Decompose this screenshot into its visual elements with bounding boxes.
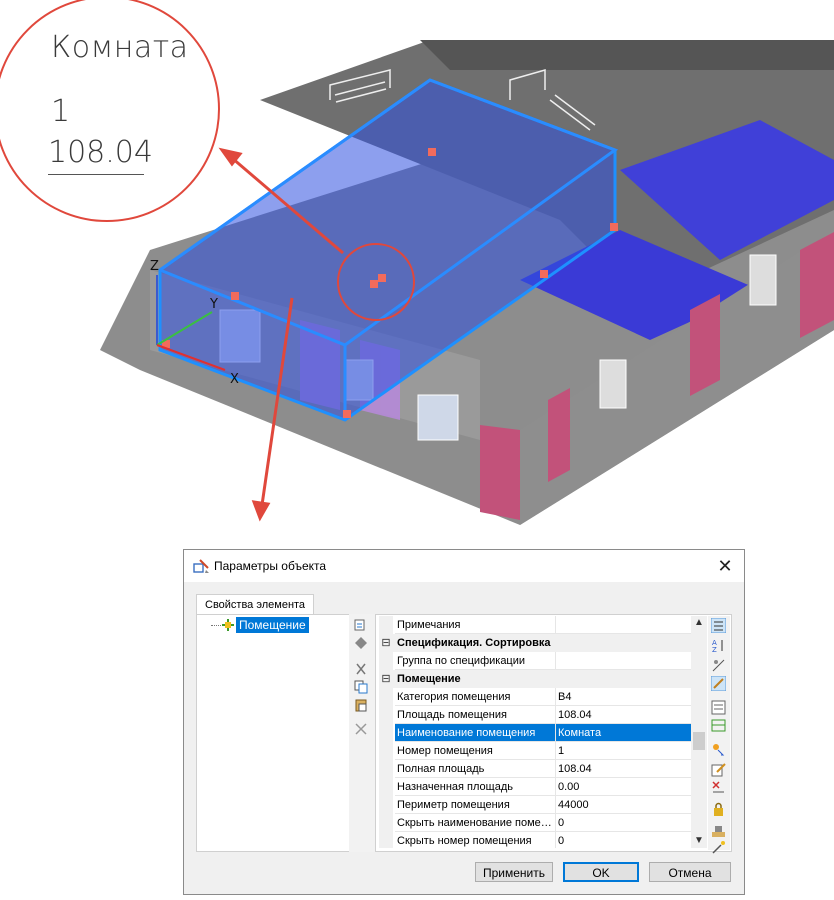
axis-label-y: Y bbox=[209, 297, 218, 312]
property-category-label: Помещение bbox=[397, 673, 461, 685]
room-node-icon bbox=[222, 619, 234, 631]
tree-connector bbox=[211, 625, 221, 626]
axis-label-x: X bbox=[230, 372, 239, 387]
table-icon[interactable] bbox=[711, 718, 726, 733]
stamp-icon[interactable] bbox=[711, 824, 726, 839]
layer-icon[interactable] bbox=[354, 636, 368, 650]
property-value[interactable]: 1 bbox=[555, 742, 691, 760]
delete-icon[interactable] bbox=[354, 722, 368, 736]
scroll-down-icon[interactable]: ▼ bbox=[691, 834, 707, 848]
property-row[interactable]: Скрыть номер помещения 0 bbox=[379, 832, 691, 848]
ok-button[interactable]: OK bbox=[563, 862, 639, 882]
categorized-view-icon[interactable] bbox=[711, 618, 726, 633]
property-name: Скрыть наименование поме… bbox=[395, 814, 555, 832]
property-value[interactable]: 108.04 bbox=[555, 760, 691, 778]
property-row[interactable]: Примечания bbox=[379, 616, 691, 634]
property-value[interactable]: Комната bbox=[555, 724, 691, 742]
svg-text:Z: Z bbox=[712, 646, 717, 653]
apply-button[interactable]: Применить bbox=[475, 862, 553, 882]
magic-wand-icon[interactable] bbox=[711, 840, 726, 855]
property-value[interactable]: B4 bbox=[555, 688, 691, 706]
back-wall-top bbox=[420, 40, 834, 70]
dialog-title: Параметры объекта bbox=[214, 559, 327, 573]
property-row[interactable]: Категория помещения B4 bbox=[379, 688, 691, 706]
property-category-label: Спецификация. Сортировка bbox=[397, 637, 551, 649]
property-row[interactable]: Группа по спецификации bbox=[379, 652, 691, 670]
property-name: Скрыть номер помещения bbox=[395, 832, 555, 848]
collapse-category-icon[interactable]: ⊟ bbox=[379, 634, 393, 652]
property-name: Полная площадь bbox=[395, 760, 555, 778]
property-value[interactable] bbox=[555, 652, 691, 670]
property-category-row[interactable]: ⊟ Помещение bbox=[379, 670, 691, 688]
property-value[interactable]: 0 bbox=[555, 832, 691, 848]
property-row[interactable]: Полная площадь 108.04 bbox=[379, 760, 691, 778]
list-icon[interactable] bbox=[711, 700, 726, 715]
property-row[interactable]: Периметр помещения 44000 bbox=[379, 796, 691, 814]
scroll-up-icon[interactable]: ▲ bbox=[691, 616, 707, 630]
property-name: Площадь помещения bbox=[395, 706, 555, 724]
grid-toolbar: AZ bbox=[708, 616, 730, 854]
dialog-titlebar[interactable]: Параметры объекта ✕ bbox=[184, 550, 744, 582]
property-row[interactable]: Площадь помещения 108.04 bbox=[379, 706, 691, 724]
callout-underline bbox=[48, 174, 144, 175]
property-name: Примечания bbox=[395, 616, 555, 634]
property-value[interactable]: 44000 bbox=[555, 796, 691, 814]
object-parameters-icon bbox=[193, 559, 209, 573]
collapse-category-icon[interactable]: ⊟ bbox=[379, 670, 393, 688]
cancel-button[interactable]: Отмена bbox=[649, 862, 731, 882]
tree-toolbar bbox=[349, 614, 376, 852]
property-value[interactable]: 0.00 bbox=[555, 778, 691, 796]
property-row[interactable]: Назначенная площадь 0.00 bbox=[379, 778, 691, 796]
property-row[interactable]: Номер помещения 1 bbox=[379, 742, 691, 760]
sort-alphabetical-icon[interactable]: AZ bbox=[711, 638, 726, 653]
close-button[interactable]: ✕ bbox=[714, 555, 736, 577]
note-edit-icon[interactable] bbox=[711, 762, 726, 777]
property-name: Номер помещения bbox=[395, 742, 555, 760]
edit-properties-icon[interactable] bbox=[711, 676, 726, 691]
property-row[interactable]: Скрыть наименование поме… 0 bbox=[379, 814, 691, 832]
copy-icon[interactable] bbox=[354, 680, 368, 694]
scroll-thumb[interactable] bbox=[693, 732, 705, 750]
property-name: Периметр помещения bbox=[395, 796, 555, 814]
property-grid-scrollbar[interactable]: ▲ ▼ bbox=[691, 616, 707, 848]
property-category-row[interactable]: ⊟ Спецификация. Сортировка bbox=[379, 634, 691, 652]
property-name: Группа по спецификации bbox=[395, 652, 555, 670]
paste-icon[interactable] bbox=[354, 698, 368, 712]
callout-room-name: Комната bbox=[51, 30, 189, 65]
tree-node-room[interactable]: Помещение bbox=[236, 617, 309, 633]
callout-room-number: 1 bbox=[51, 94, 71, 129]
property-value[interactable]: 108.04 bbox=[555, 706, 691, 724]
element-tree[interactable]: Помещение bbox=[196, 616, 351, 848]
cut-icon[interactable] bbox=[354, 662, 368, 676]
axis-label-z: Z bbox=[150, 259, 159, 274]
callout-room-area: 108.04 bbox=[48, 135, 153, 170]
property-name: Назначенная площадь bbox=[395, 778, 555, 796]
property-name: Наименование помещения bbox=[395, 724, 555, 742]
add-element-icon[interactable] bbox=[354, 618, 368, 632]
property-value[interactable] bbox=[555, 616, 691, 634]
property-name: Категория помещения bbox=[395, 688, 555, 706]
filter-icon[interactable] bbox=[711, 658, 726, 673]
remove-property-icon[interactable] bbox=[711, 780, 726, 795]
property-row[interactable]: Наименование помещения Комната bbox=[379, 724, 691, 742]
object-parameters-dialog: Параметры объекта ✕ Свойства элемента По… bbox=[183, 549, 745, 895]
property-value[interactable]: 0 bbox=[555, 814, 691, 832]
property-grid[interactable]: Примечания ⊟ Спецификация. Сортировка Групп… bbox=[379, 616, 691, 848]
tab-element-properties[interactable]: Свойства элемента bbox=[196, 594, 315, 615]
room-label-callout: Комната 1 108.04 bbox=[0, 0, 220, 222]
lock-icon[interactable] bbox=[711, 802, 726, 817]
select-objects-icon[interactable] bbox=[711, 742, 726, 757]
